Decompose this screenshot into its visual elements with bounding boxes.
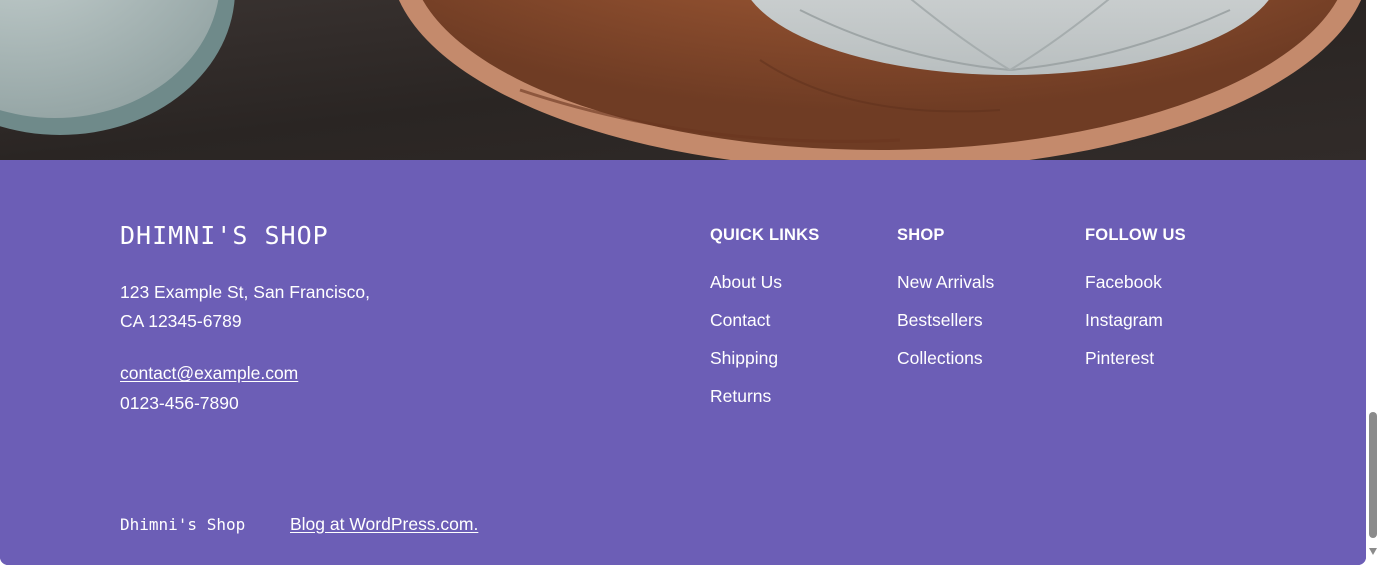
footer-address: 123 Example St, San Francisco, CA 12345-… xyxy=(120,278,420,336)
footer-bottom-site-title[interactable]: Dhimni's Shop xyxy=(120,515,245,534)
footer-site-title[interactable]: DHIMNI'S SHOP xyxy=(120,221,329,250)
footer-column-shop: SHOP New Arrivals Bestsellers Collection… xyxy=(897,226,994,386)
link-collections[interactable]: Collections xyxy=(897,348,983,368)
quick-links-list: About Us Contact Shipping Returns xyxy=(710,272,819,424)
footer-column-quick-links: QUICK LINKS About Us Contact Shipping Re… xyxy=(710,226,819,424)
column-heading-quick-links: QUICK LINKS xyxy=(710,226,820,244)
column-heading-shop: SHOP xyxy=(897,226,945,244)
vertical-scrollbar[interactable] xyxy=(1366,0,1380,567)
link-bestsellers[interactable]: Bestsellers xyxy=(897,310,983,330)
site-footer: DHIMNI'S SHOP 123 Example St, San Franci… xyxy=(0,160,1366,565)
wordpress-credit-link[interactable]: Blog at WordPress.com. xyxy=(290,514,478,535)
address-line-2: CA 12345-6789 xyxy=(120,311,242,331)
link-shipping[interactable]: Shipping xyxy=(710,348,778,368)
link-instagram[interactable]: Instagram xyxy=(1085,310,1163,330)
scroll-down-arrow-icon[interactable] xyxy=(1369,548,1377,555)
link-contact[interactable]: Contact xyxy=(710,310,770,330)
footer-column-follow-us: FOLLOW US Facebook Instagram Pinterest xyxy=(1085,226,1186,386)
shop-links-list: New Arrivals Bestsellers Collections xyxy=(897,272,994,386)
link-facebook[interactable]: Facebook xyxy=(1085,272,1162,292)
link-returns[interactable]: Returns xyxy=(710,386,771,406)
hero-photo-graphic xyxy=(0,0,1366,160)
footer-phone: 0123-456-7890 xyxy=(120,393,239,413)
page: DHIMNI'S SHOP 123 Example St, San Franci… xyxy=(0,0,1380,567)
link-pinterest[interactable]: Pinterest xyxy=(1085,348,1154,368)
social-links-list: Facebook Instagram Pinterest xyxy=(1085,272,1186,386)
address-line-1: 123 Example St, San Francisco, xyxy=(120,282,370,302)
column-heading-follow-us: FOLLOW US xyxy=(1085,226,1186,244)
link-new-arrivals[interactable]: New Arrivals xyxy=(897,272,994,292)
scrollbar-thumb[interactable] xyxy=(1369,412,1377,538)
footer-email-link[interactable]: contact@example.com xyxy=(120,363,298,384)
hero-image xyxy=(0,0,1366,160)
browser-viewport: DHIMNI'S SHOP 123 Example St, San Franci… xyxy=(0,0,1366,565)
link-about-us[interactable]: About Us xyxy=(710,272,782,292)
